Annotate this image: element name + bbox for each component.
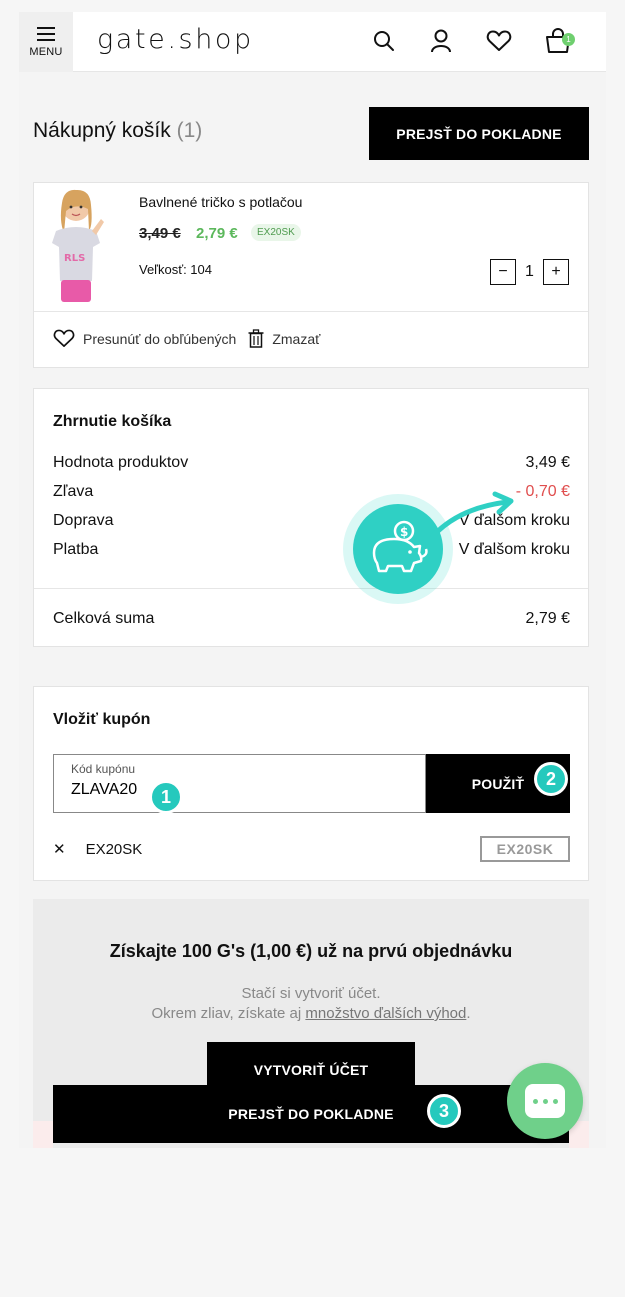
summary-label: Zľava xyxy=(53,483,94,500)
summary-value: - 0,70 € xyxy=(515,483,570,500)
chat-button[interactable] xyxy=(507,1063,583,1139)
applied-coupon-code: EX20SK xyxy=(85,840,143,858)
summary-row-total: Celková suma 2,79 € xyxy=(53,610,570,628)
site-logo[interactable]: gate.shop xyxy=(97,24,254,55)
summary-label: Hodnota produktov xyxy=(53,454,189,471)
coupon-title: Vložiť kupón xyxy=(53,711,151,728)
coupon-code-input[interactable] xyxy=(71,781,321,799)
old-price: 3,49 € xyxy=(139,225,181,242)
page-title: Nákupný košík (1) xyxy=(33,119,202,143)
arrow-icon xyxy=(430,491,514,539)
summary-label: Platba xyxy=(53,541,99,558)
cart-item-count: (1) xyxy=(176,119,203,142)
promo-text: Stačí si vytvoriť účet. xyxy=(241,985,381,1002)
checkout-button-bottom[interactable]: PREJSŤ DO POKLADNE xyxy=(53,1085,569,1143)
cart-count-badge: 1 xyxy=(562,33,575,46)
summary-title: Zhrnutie košíka xyxy=(53,413,172,430)
step-marker-1: 1 xyxy=(149,780,183,814)
quantity-stepper: − 1 + xyxy=(490,259,569,285)
promo-title: Získajte 100 G's (1,00 €) už na prvú obj… xyxy=(109,941,513,961)
coupon-code-field[interactable]: Kód kupónu xyxy=(53,754,426,813)
cart-item-actions: Presunúť do obľúbených Zmazať xyxy=(53,329,332,348)
coupon-card: Vložiť kupón Kód kupónu POUŽIŤ ✕ EX20SK … xyxy=(33,686,589,881)
chat-icon xyxy=(525,1084,565,1118)
site-header: MENU gate.shop 1 xyxy=(19,12,606,72)
move-to-favorites-label: Presunúť do obľúbených xyxy=(83,330,237,347)
delete-item-button[interactable]: Zmazať xyxy=(248,329,320,348)
promo-prefix: Okrem zliav, získate aj xyxy=(151,1005,306,1022)
increase-quantity-button[interactable]: + xyxy=(543,259,569,285)
move-to-favorites-button[interactable]: Presunúť do obľúbených xyxy=(53,329,236,348)
menu-button[interactable]: MENU xyxy=(19,12,73,72)
user-icon[interactable] xyxy=(426,26,456,56)
menu-icon xyxy=(37,26,55,41)
cart-title: Nákupný košík xyxy=(33,119,171,142)
decrease-quantity-button[interactable]: − xyxy=(490,259,516,285)
cart-item-card: RLS Bavlnené tričko s potlačou 3,49 € 2,… xyxy=(33,182,589,368)
summary-label: Doprava xyxy=(53,512,114,529)
svg-text:RLS: RLS xyxy=(64,253,85,264)
product-name[interactable]: Bavlnené tričko s potlačou xyxy=(139,194,302,210)
app-frame: MENU gate.shop 1 Nákupný košík (1) PREJS… xyxy=(19,12,606,1148)
svg-text:$: $ xyxy=(400,525,408,539)
divider xyxy=(34,311,588,312)
delete-item-label: Zmazať xyxy=(272,330,321,347)
loyalty-promo: Získajte 100 G's (1,00 €) už na prvú obj… xyxy=(33,899,589,1148)
applied-coupon-tag: EX20SK xyxy=(480,836,570,862)
coupon-field-label: Kód kupónu xyxy=(71,762,136,776)
menu-label: MENU xyxy=(29,45,63,58)
applied-coupon-row: ✕ EX20SK EX20SK xyxy=(53,836,570,862)
checkout-button-top[interactable]: PREJSŤ DO POKLADNE xyxy=(369,107,589,160)
summary-row-products: Hodnota produktov 3,49 € xyxy=(53,454,570,472)
total-label: Celková suma xyxy=(53,610,155,627)
promo-text-benefits: Okrem zliav, získate aj množstvo ďalších… xyxy=(33,1005,589,1022)
summary-value: V ďalšom kroku xyxy=(458,541,570,558)
quantity-value: 1 xyxy=(525,263,534,280)
divider xyxy=(34,588,588,589)
search-icon[interactable] xyxy=(369,26,399,56)
promo-code-badge: EX20SK xyxy=(251,224,301,241)
more-benefits-link[interactable]: množstvo ďalších výhod xyxy=(305,1005,466,1022)
remove-coupon-icon[interactable]: ✕ xyxy=(53,840,66,858)
summary-value: 3,49 € xyxy=(525,454,570,471)
discounted-price: 2,79 € xyxy=(196,225,238,242)
cart-icon[interactable]: 1 xyxy=(543,26,575,56)
product-size: Veľkosť: 104 xyxy=(139,262,212,277)
total-value: 2,79 € xyxy=(525,610,570,627)
summary-row-payment: Platba V ďalšom kroku xyxy=(53,541,570,559)
heart-icon xyxy=(53,329,75,347)
product-image[interactable]: RLS xyxy=(46,185,106,309)
step-marker-2: 2 xyxy=(534,762,568,796)
trash-icon xyxy=(248,329,264,348)
step-marker-3: 3 xyxy=(427,1094,461,1128)
promo-suffix: . xyxy=(466,1005,471,1022)
heart-icon[interactable] xyxy=(484,26,514,56)
decorative-strip xyxy=(33,1121,53,1148)
